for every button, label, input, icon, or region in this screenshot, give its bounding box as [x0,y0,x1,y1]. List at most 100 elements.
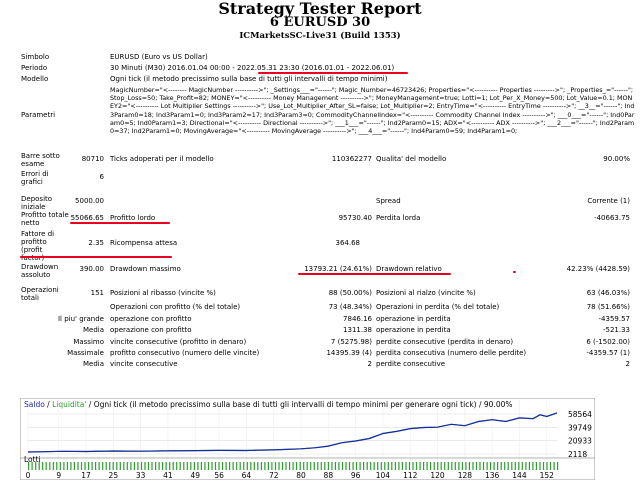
lot-bar [472,462,474,470]
parametri-label: Parametri [21,111,56,119]
lot-bar [207,462,210,470]
perdita-cons-value: -4359.57 (1) [586,349,630,357]
media-profitto-label: operazione con profitto [110,326,192,334]
ricompensa-label: Ricompensa attesa [110,239,178,247]
lot-bar [56,462,58,470]
lot-bar [521,462,523,470]
lot-bar [338,462,340,470]
lot-bar [260,462,262,470]
perdite-cons-label: perdite consecutive (perdita in denaro) [376,338,514,346]
legend-sep2: / [86,400,94,409]
simbolo-value: EURUSD (Euro vs US Dollar) [110,53,208,61]
lot-bar [133,462,135,470]
lot-bar [172,462,174,470]
lot-bar [324,462,326,470]
x-tick-label: 64 [242,471,252,480]
lot-bar [179,462,181,470]
balance-chart: 2118 20933 39749 58564 0 9 17 25 33 41 49 56 64 72 80… [20,398,595,480]
lot-bar [507,462,509,470]
lot-bar [447,462,449,470]
lot-bar [356,462,358,470]
lot-bar [162,462,164,470]
lot-bar [140,462,143,470]
x-tick-label: 144 [512,471,527,480]
lot-bar [239,462,241,470]
lot-bar [197,462,199,470]
lot-bar [320,462,322,470]
legend-rest: Ogni tick (il metodo precissimo sulla ba… [93,400,513,409]
grande-perdita-value: -4359.57 [598,315,630,323]
drawdown-assoluto-value: 390.00 [79,265,105,273]
lot-bar [380,462,382,470]
vincite-cons-value: 7 (5275.98) [330,338,372,346]
legend-saldo: Saldo [24,400,45,409]
x-tick-label: 112 [403,471,418,480]
lot-bar [236,462,238,470]
lot-bar [271,462,273,470]
chart-legend: Saldo / Liquidita' / Ogni tick (il metod… [24,400,513,409]
lot-bar [415,462,418,470]
lot-bar [267,462,269,470]
x-tick-label: 80 [296,471,306,480]
lot-bar [546,462,548,470]
lot-bar [306,462,308,470]
x-tick-label: 72 [269,471,279,480]
drawdown-relativo-value: 42.23% (4428.59) [566,265,630,273]
lot-bar [313,462,315,470]
drawdown-massimo-highlight [298,273,374,275]
spread-label: Spread [376,197,401,205]
lot-bar [116,462,118,470]
lot-bar [398,462,400,470]
lot-bar [49,462,51,470]
perdita-cons-label: perdita consecutiva (numero delle perdit… [376,349,527,357]
profitto-cons-label: profitto consecutivo (numero delle vinci… [110,349,260,357]
fattore-highlight [20,256,172,258]
lot-bar [257,462,259,470]
lot-bar [91,462,93,470]
lot-bar [193,462,195,470]
lot-bar [528,462,530,470]
lot-bar [285,462,287,470]
lot-bar [225,462,227,470]
lot-bar [373,462,375,470]
x-tick-label: 104 [376,471,391,480]
lot-bar [366,462,368,470]
profitto-lordo-label: Profitto lordo [110,214,156,222]
lot-bar [440,462,442,470]
lot-bar [176,462,178,470]
legend-liquidita: Liquidita' [52,400,87,409]
lot-bar [243,462,245,470]
lot-bar [514,462,516,470]
lot-bar [500,462,502,470]
x-tick-label: 96 [351,471,361,480]
lot-bar [137,462,139,470]
profitto-lordo-value: 95730.40 [338,214,372,222]
lot-bar [408,462,411,470]
x-tick-label: 88 [324,471,334,480]
lot-bar [430,462,432,470]
x-tick-label: 25 [109,471,119,480]
barre-value: 80710 [81,155,104,163]
lot-bar [497,462,499,470]
lot-bar [80,462,83,470]
x-tick-label: 49 [190,471,200,480]
lot-bar [119,462,121,470]
lot-bar [102,462,104,470]
massimale-label: Massimale [67,349,104,357]
lot-bar [289,462,291,470]
x-tick-label: 120 [430,471,445,480]
massimo-label: Massimo [73,338,104,346]
periodo-label: Periodo [21,64,48,72]
lot-bar [303,462,305,470]
errori-label: Errori di grafici [21,170,49,186]
operazioni-value: 151 [90,289,104,297]
lot-bar [317,462,319,470]
pos-rialzo-value: 63 (46.03%) [586,289,630,297]
lot-bar [468,462,470,470]
op-con-profitto-label: operazione con profitto [110,315,192,323]
lot-bar [264,462,266,470]
drawdown-massimo-label: Drawdown massimo [110,265,181,273]
legend-sep1: / [44,400,53,409]
lot-bar [486,462,488,470]
periodo-highlight [258,72,408,74]
